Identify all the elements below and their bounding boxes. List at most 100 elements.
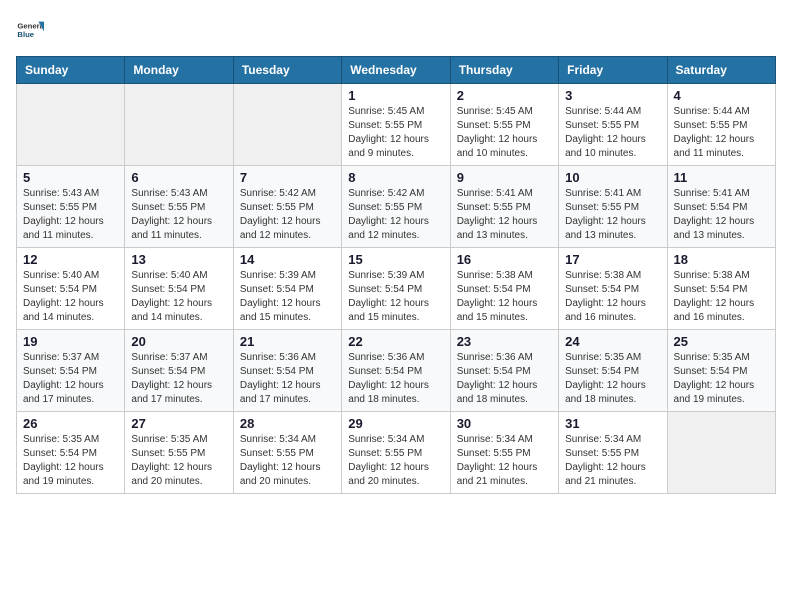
cell-info: Sunrise: 5:44 AMSunset: 5:55 PMDaylight:… [565, 105, 660, 161]
cell-date: 9 [457, 170, 552, 185]
cell-info: Sunrise: 5:34 AMSunset: 5:55 PMDaylight:… [348, 433, 443, 489]
calendar-cell: 10 Sunrise: 5:41 AMSunset: 5:55 PMDayligh… [559, 166, 667, 248]
cell-date: 16 [457, 252, 552, 267]
weekday-header-monday: Monday [125, 57, 233, 84]
weekday-header-friday: Friday [559, 57, 667, 84]
calendar-week-2: 5 Sunrise: 5:43 AMSunset: 5:55 PMDaylight… [17, 166, 776, 248]
calendar-week-5: 26 Sunrise: 5:35 AMSunset: 5:54 PMDayligh… [17, 412, 776, 494]
cell-date: 24 [565, 334, 660, 349]
calendar-cell [233, 84, 341, 166]
cell-date: 19 [23, 334, 118, 349]
cell-date: 7 [240, 170, 335, 185]
cell-info: Sunrise: 5:35 AMSunset: 5:55 PMDaylight:… [131, 433, 226, 489]
calendar-cell: 9 Sunrise: 5:41 AMSunset: 5:55 PMDaylight… [450, 166, 558, 248]
calendar-cell: 18Sunrise: 5:38 AMSunset: 5:54 PMDayligh… [667, 248, 775, 330]
cell-info: Sunrise: 5:35 AMSunset: 5:54 PMDaylight:… [674, 351, 769, 407]
cell-date: 13 [131, 252, 226, 267]
weekday-header-saturday: Saturday [667, 57, 775, 84]
calendar-cell: 7 Sunrise: 5:42 AMSunset: 5:55 PMDaylight… [233, 166, 341, 248]
cell-date: 29 [348, 416, 443, 431]
cell-info: Sunrise: 5:36 AMSunset: 5:54 PMDaylight:… [348, 351, 443, 407]
cell-date: 2 [457, 88, 552, 103]
cell-info: Sunrise: 5:42 AMSunset: 5:55 PMDaylight:… [240, 187, 335, 243]
calendar-table: SundayMondayTuesdayWednesdayThursdayFrid… [16, 56, 776, 494]
calendar-cell [17, 84, 125, 166]
calendar-cell [125, 84, 233, 166]
calendar-cell: 26 Sunrise: 5:35 AMSunset: 5:54 PMDayligh… [17, 412, 125, 494]
calendar-cell: 27 Sunrise: 5:35 AMSunset: 5:55 PMDayligh… [125, 412, 233, 494]
calendar-cell: 25 Sunrise: 5:35 AMSunset: 5:54 PMDayligh… [667, 330, 775, 412]
cell-date: 3 [565, 88, 660, 103]
calendar-week-1: 1 Sunrise: 5:45 AMSunset: 5:55 PMDaylight… [17, 84, 776, 166]
cell-info: Sunrise: 5:43 AMSunset: 5:55 PMDaylight:… [23, 187, 118, 243]
calendar-cell: 17 Sunrise: 5:38 AMSunset: 5:54 PMDayligh… [559, 248, 667, 330]
cell-info: Sunrise: 5:45 AMSunset: 5:55 PMDaylight:… [457, 105, 552, 161]
cell-info: Sunrise: 5:39 AMSunset: 5:54 PMDaylight:… [348, 269, 443, 325]
cell-date: 23 [457, 334, 552, 349]
cell-info: Sunrise: 5:40 AMSunset: 5:54 PMDaylight:… [131, 269, 226, 325]
cell-date: 15 [348, 252, 443, 267]
calendar-cell: 29 Sunrise: 5:34 AMSunset: 5:55 PMDayligh… [342, 412, 450, 494]
cell-info: Sunrise: 5:38 AMSunset: 5:54 PMDaylight:… [457, 269, 552, 325]
cell-info: Sunrise: 5:34 AMSunset: 5:55 PMDaylight:… [457, 433, 552, 489]
cell-date: 22 [348, 334, 443, 349]
calendar-cell: 24 Sunrise: 5:35 AMSunset: 5:54 PMDayligh… [559, 330, 667, 412]
calendar-cell: 11Sunrise: 5:41 AMSunset: 5:54 PMDayligh… [667, 166, 775, 248]
calendar-cell: 30Sunrise: 5:34 AMSunset: 5:55 PMDayligh… [450, 412, 558, 494]
cell-info: Sunrise: 5:37 AMSunset: 5:54 PMDaylight:… [131, 351, 226, 407]
cell-info: Sunrise: 5:35 AMSunset: 5:54 PMDaylight:… [565, 351, 660, 407]
cell-date: 6 [131, 170, 226, 185]
cell-date: 1 [348, 88, 443, 103]
weekday-header-tuesday: Tuesday [233, 57, 341, 84]
calendar-cell: 3 Sunrise: 5:44 AMSunset: 5:55 PMDaylight… [559, 84, 667, 166]
cell-date: 28 [240, 416, 335, 431]
cell-date: 20 [131, 334, 226, 349]
calendar-cell: 21Sunrise: 5:36 AMSunset: 5:54 PMDayligh… [233, 330, 341, 412]
cell-info: Sunrise: 5:44 AMSunset: 5:55 PMDaylight:… [674, 105, 769, 161]
cell-info: Sunrise: 5:34 AMSunset: 5:55 PMDaylight:… [565, 433, 660, 489]
calendar-cell: 2 Sunrise: 5:45 AMSunset: 5:55 PMDaylight… [450, 84, 558, 166]
cell-info: Sunrise: 5:34 AMSunset: 5:55 PMDaylight:… [240, 433, 335, 489]
cell-date: 25 [674, 334, 769, 349]
weekday-header-wednesday: Wednesday [342, 57, 450, 84]
logo-icon: General Blue [16, 16, 44, 44]
calendar-cell: 6 Sunrise: 5:43 AMSunset: 5:55 PMDaylight… [125, 166, 233, 248]
calendar-cell: 4 Sunrise: 5:44 AMSunset: 5:55 PMDaylight… [667, 84, 775, 166]
cell-info: Sunrise: 5:38 AMSunset: 5:54 PMDaylight:… [565, 269, 660, 325]
cell-date: 10 [565, 170, 660, 185]
cell-date: 27 [131, 416, 226, 431]
calendar-cell: 28 Sunrise: 5:34 AMSunset: 5:55 PMDayligh… [233, 412, 341, 494]
cell-date: 31 [565, 416, 660, 431]
cell-info: Sunrise: 5:39 AMSunset: 5:54 PMDaylight:… [240, 269, 335, 325]
calendar-cell: 14 Sunrise: 5:39 AMSunset: 5:54 PMDayligh… [233, 248, 341, 330]
cell-info: Sunrise: 5:41 AMSunset: 5:54 PMDaylight:… [674, 187, 769, 243]
cell-date: 17 [565, 252, 660, 267]
calendar-cell: 13 Sunrise: 5:40 AMSunset: 5:54 PMDayligh… [125, 248, 233, 330]
cell-info: Sunrise: 5:35 AMSunset: 5:54 PMDaylight:… [23, 433, 118, 489]
cell-info: Sunrise: 5:40 AMSunset: 5:54 PMDaylight:… [23, 269, 118, 325]
cell-info: Sunrise: 5:43 AMSunset: 5:55 PMDaylight:… [131, 187, 226, 243]
calendar-week-4: 19 Sunrise: 5:37 AMSunset: 5:54 PMDayligh… [17, 330, 776, 412]
calendar-cell: 16 Sunrise: 5:38 AMSunset: 5:54 PMDayligh… [450, 248, 558, 330]
cell-info: Sunrise: 5:36 AMSunset: 5:54 PMDaylight:… [240, 351, 335, 407]
cell-info: Sunrise: 5:41 AMSunset: 5:55 PMDaylight:… [565, 187, 660, 243]
calendar-cell: 1Sunrise: 5:45 AMSunset: 5:55 PMDaylight… [342, 84, 450, 166]
calendar-cell: 12Sunrise: 5:40 AMSunset: 5:54 PMDayligh… [17, 248, 125, 330]
cell-date: 8 [348, 170, 443, 185]
weekday-header-row: SundayMondayTuesdayWednesdayThursdayFrid… [17, 57, 776, 84]
calendar-cell: 23 Sunrise: 5:36 AMSunset: 5:54 PMDayligh… [450, 330, 558, 412]
cell-date: 26 [23, 416, 118, 431]
logo: General Blue [16, 16, 44, 44]
cell-date: 14 [240, 252, 335, 267]
cell-info: Sunrise: 5:41 AMSunset: 5:55 PMDaylight:… [457, 187, 552, 243]
cell-date: 4 [674, 88, 769, 103]
cell-date: 18 [674, 252, 769, 267]
calendar-cell: 15 Sunrise: 5:39 AMSunset: 5:54 PMDayligh… [342, 248, 450, 330]
cell-info: Sunrise: 5:42 AMSunset: 5:55 PMDaylight:… [348, 187, 443, 243]
cell-info: Sunrise: 5:37 AMSunset: 5:54 PMDaylight:… [23, 351, 118, 407]
header: General Blue [16, 16, 776, 44]
calendar-week-3: 12Sunrise: 5:40 AMSunset: 5:54 PMDayligh… [17, 248, 776, 330]
calendar-cell: 31 Sunrise: 5:34 AMSunset: 5:55 PMDayligh… [559, 412, 667, 494]
cell-info: Sunrise: 5:36 AMSunset: 5:54 PMDaylight:… [457, 351, 552, 407]
cell-date: 5 [23, 170, 118, 185]
